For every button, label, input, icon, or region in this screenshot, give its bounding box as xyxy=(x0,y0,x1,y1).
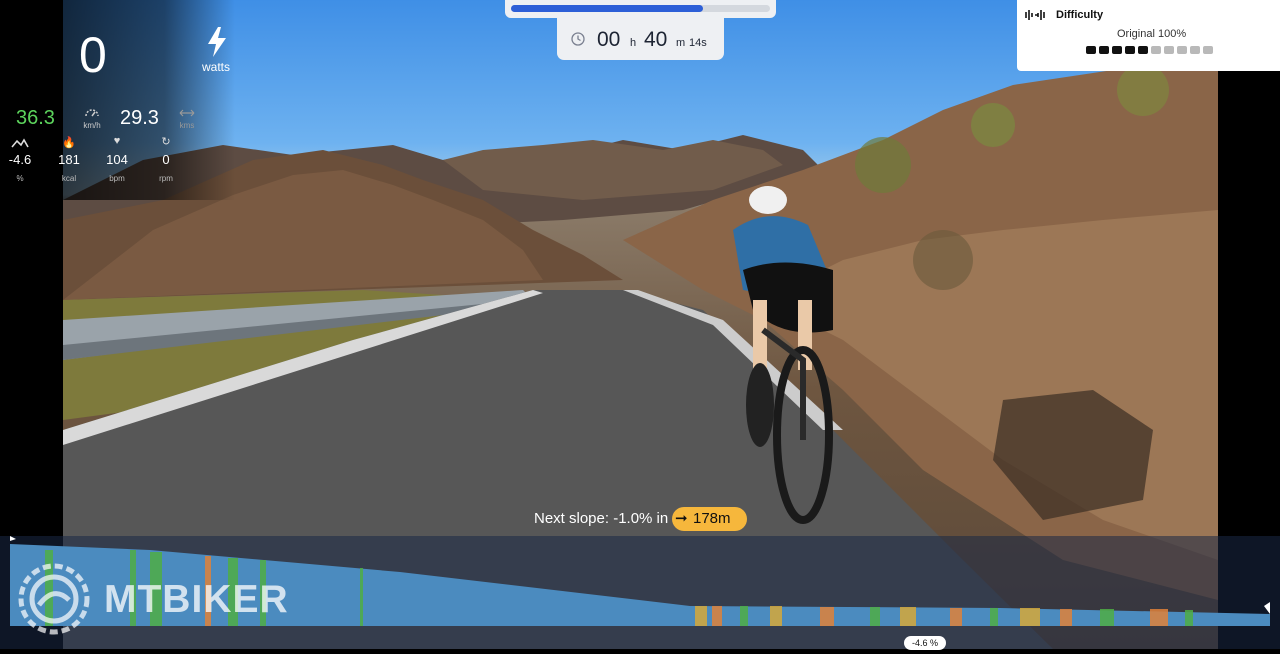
arrow-right-icon: ➞ xyxy=(675,510,688,527)
difficulty-segment xyxy=(1125,46,1135,54)
difficulty-icon xyxy=(1025,10,1045,20)
timer-seconds: 14s xyxy=(689,37,707,49)
mtbiker-watermark: MTBIKER xyxy=(104,578,289,621)
next-slope-distance: 178m xyxy=(693,510,731,527)
timer-hours: 00 xyxy=(597,28,621,51)
next-slope-pill: ➞ 178m xyxy=(672,507,747,531)
timer-minutes-label: m xyxy=(676,37,686,49)
slope-unit: % xyxy=(16,174,24,183)
cadence-unit: rpm xyxy=(159,174,173,183)
difficulty-segment xyxy=(1190,46,1200,54)
distance-arrows-icon xyxy=(179,109,195,117)
progress-fill xyxy=(511,5,703,12)
slope-icon xyxy=(11,138,29,148)
bolt-icon xyxy=(208,27,226,57)
mtbiker-logo xyxy=(18,563,90,635)
power-unit: watts xyxy=(202,60,231,74)
difficulty-panel[interactable]: Difficulty Original 100% xyxy=(1017,0,1280,71)
difficulty-title: Difficulty xyxy=(1056,9,1104,21)
progress-track xyxy=(511,5,770,12)
speedometer-icon xyxy=(85,109,99,117)
heart-rate-unit: bpm xyxy=(109,174,125,183)
speed-value: 36.3 xyxy=(16,107,55,129)
timer-minutes: 40 xyxy=(644,28,668,51)
next-slope-label: Next slope: -1.0% in xyxy=(534,510,669,527)
clock-icon xyxy=(571,32,585,46)
calories-unit: kcal xyxy=(61,174,77,183)
cadence-value: 0 xyxy=(162,152,170,167)
difficulty-segment xyxy=(1203,46,1213,54)
heart-rate-value: 104 xyxy=(106,152,128,167)
calories-value: 181 xyxy=(58,152,80,167)
difficulty-segment xyxy=(1151,46,1161,54)
current-grade-tag: -4.6 % xyxy=(904,636,946,650)
flame-icon: 🔥 xyxy=(62,137,76,149)
power-value: 0 xyxy=(79,27,107,83)
route-progress xyxy=(505,0,776,18)
difficulty-segment xyxy=(1112,46,1122,54)
distance-unit: kms xyxy=(179,121,195,130)
timer-hours-label: h xyxy=(630,37,637,49)
cadence-icon: ↻ xyxy=(161,136,171,148)
stats-panel xyxy=(0,0,235,200)
difficulty-value: Original 100% xyxy=(1117,28,1187,40)
speed-unit: km/h xyxy=(83,121,101,130)
distance-value: 29.3 xyxy=(120,107,159,129)
difficulty-segment xyxy=(1099,46,1109,54)
difficulty-segment xyxy=(1138,46,1148,54)
difficulty-segment xyxy=(1086,46,1096,54)
elapsed-timer: 00 h 40 m 14s xyxy=(557,18,724,60)
slope-value: -4.6 xyxy=(8,152,32,167)
heart-icon: ♥ xyxy=(113,135,121,147)
difficulty-segment xyxy=(1177,46,1187,54)
difficulty-segment xyxy=(1164,46,1174,54)
